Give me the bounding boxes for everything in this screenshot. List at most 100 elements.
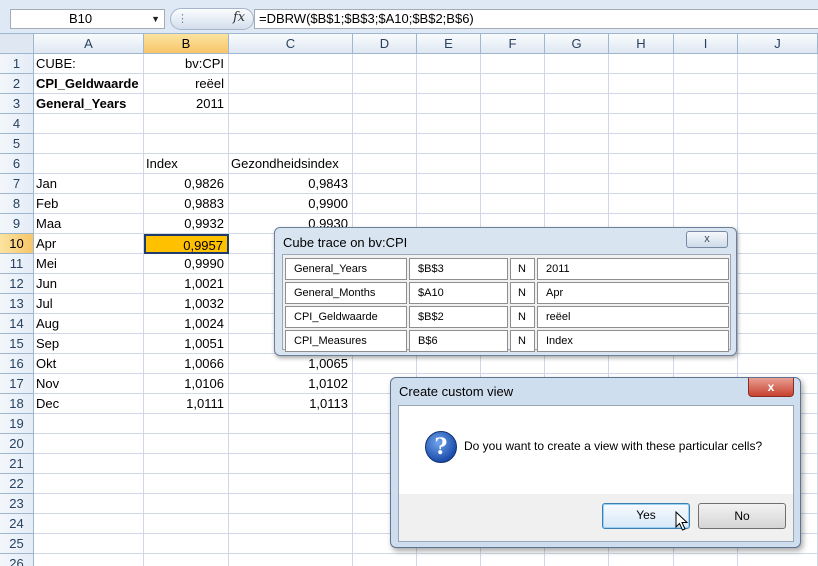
cell-h3[interactable] xyxy=(609,94,674,114)
cell-e3[interactable] xyxy=(417,94,481,114)
cell-h1[interactable] xyxy=(609,54,674,74)
row-header[interactable]: 16 xyxy=(0,354,34,374)
cell-a6[interactable] xyxy=(34,154,144,174)
cell-e5[interactable] xyxy=(417,134,481,154)
cell-b17[interactable]: 1,0106 xyxy=(144,374,229,394)
cell-b8[interactable]: 0,9883 xyxy=(144,194,229,214)
row-header[interactable]: 9 xyxy=(0,214,34,234)
cell-a17[interactable]: Nov xyxy=(34,374,144,394)
row-header[interactable]: 18 xyxy=(0,394,34,414)
cell-i3[interactable] xyxy=(674,94,738,114)
column-header-f[interactable]: F xyxy=(481,34,545,54)
cell-h26[interactable] xyxy=(609,554,674,566)
row-header[interactable]: 11 xyxy=(0,254,34,274)
column-header-h[interactable]: H xyxy=(609,34,674,54)
cell-c23[interactable] xyxy=(229,494,353,514)
row-header[interactable]: 22 xyxy=(0,474,34,494)
cell-g26[interactable] xyxy=(545,554,609,566)
cell-c21[interactable] xyxy=(229,454,353,474)
cell-b22[interactable] xyxy=(144,474,229,494)
cell-i7[interactable] xyxy=(674,174,738,194)
close-icon[interactable]: x xyxy=(748,378,794,397)
cell-d8[interactable] xyxy=(353,194,417,214)
cell-b9[interactable]: 0,9932 xyxy=(144,214,229,234)
row-header[interactable]: 6 xyxy=(0,154,34,174)
insert-function-button[interactable]: fx xyxy=(233,10,245,25)
cell-a4[interactable] xyxy=(34,114,144,134)
cell-a19[interactable] xyxy=(34,414,144,434)
cell-j14[interactable] xyxy=(738,314,818,334)
cell-i6[interactable] xyxy=(674,154,738,174)
column-header-j[interactable]: J xyxy=(738,34,818,54)
cell-h8[interactable] xyxy=(609,194,674,214)
cell-h7[interactable] xyxy=(609,174,674,194)
cell-j12[interactable] xyxy=(738,274,818,294)
cell-b25[interactable] xyxy=(144,534,229,554)
row-header[interactable]: 25 xyxy=(0,534,34,554)
row-header[interactable]: 5 xyxy=(0,134,34,154)
cell-b13[interactable]: 1,0032 xyxy=(144,294,229,314)
formula-tools[interactable]: ⋮ fx xyxy=(170,8,254,30)
cell-j16[interactable] xyxy=(738,354,818,374)
cell-a10[interactable]: Apr xyxy=(34,234,144,254)
cell-f4[interactable] xyxy=(481,114,545,134)
cell-b4[interactable] xyxy=(144,114,229,134)
cell-i4[interactable] xyxy=(674,114,738,134)
cell-e8[interactable] xyxy=(417,194,481,214)
cell-c6[interactable]: Gezondheidsindex xyxy=(229,154,353,174)
cell-b24[interactable] xyxy=(144,514,229,534)
cell-j1[interactable] xyxy=(738,54,818,74)
row-header[interactable]: 20 xyxy=(0,434,34,454)
cell-b19[interactable] xyxy=(144,414,229,434)
cell-b26[interactable] xyxy=(144,554,229,566)
cell-i5[interactable] xyxy=(674,134,738,154)
cell-j5[interactable] xyxy=(738,134,818,154)
cell-j9[interactable] xyxy=(738,214,818,234)
cell-f16[interactable] xyxy=(481,354,545,374)
cell-h6[interactable] xyxy=(609,154,674,174)
cell-d26[interactable] xyxy=(353,554,417,566)
row-header[interactable]: 24 xyxy=(0,514,34,534)
cell-c18[interactable]: 1,0113 xyxy=(229,394,353,414)
cell-a24[interactable] xyxy=(34,514,144,534)
cell-i16[interactable] xyxy=(674,354,738,374)
cell-c17[interactable]: 1,0102 xyxy=(229,374,353,394)
cell-c8[interactable]: 0,9900 xyxy=(229,194,353,214)
column-header-g[interactable]: G xyxy=(545,34,609,54)
cell-b12[interactable]: 1,0021 xyxy=(144,274,229,294)
cell-b20[interactable] xyxy=(144,434,229,454)
cell-a1[interactable]: CUBE: xyxy=(34,54,144,74)
cell-b15[interactable]: 1,0051 xyxy=(144,334,229,354)
row-header[interactable]: 14 xyxy=(0,314,34,334)
cell-c16[interactable]: 1,0065 xyxy=(229,354,353,374)
cell-a23[interactable] xyxy=(34,494,144,514)
cell-c26[interactable] xyxy=(229,554,353,566)
cell-b23[interactable] xyxy=(144,494,229,514)
cell-c4[interactable] xyxy=(229,114,353,134)
cell-b5[interactable] xyxy=(144,134,229,154)
cell-a3[interactable]: General_Years xyxy=(34,94,144,114)
select-all-corner[interactable] xyxy=(0,34,34,54)
cell-a13[interactable]: Jul xyxy=(34,294,144,314)
cell-h16[interactable] xyxy=(609,354,674,374)
row-header[interactable]: 4 xyxy=(0,114,34,134)
column-header-i[interactable]: I xyxy=(674,34,738,54)
cell-j7[interactable] xyxy=(738,174,818,194)
cell-g3[interactable] xyxy=(545,94,609,114)
cell-g8[interactable] xyxy=(545,194,609,214)
cell-b6[interactable]: Index xyxy=(144,154,229,174)
cell-c1[interactable] xyxy=(229,54,353,74)
cell-a25[interactable] xyxy=(34,534,144,554)
formula-input[interactable]: =DBRW($B$1;$B$3;$A10;$B$2;B$6) xyxy=(254,9,818,29)
cell-a20[interactable] xyxy=(34,434,144,454)
cell-e4[interactable] xyxy=(417,114,481,134)
column-header-c[interactable]: C xyxy=(229,34,353,54)
cell-f1[interactable] xyxy=(481,54,545,74)
column-header-d[interactable]: D xyxy=(353,34,417,54)
cell-b7[interactable]: 0,9826 xyxy=(144,174,229,194)
cell-b14[interactable]: 1,0024 xyxy=(144,314,229,334)
row-header[interactable]: 8 xyxy=(0,194,34,214)
row-header[interactable]: 19 xyxy=(0,414,34,434)
cell-e7[interactable] xyxy=(417,174,481,194)
column-header-a[interactable]: A xyxy=(34,34,144,54)
